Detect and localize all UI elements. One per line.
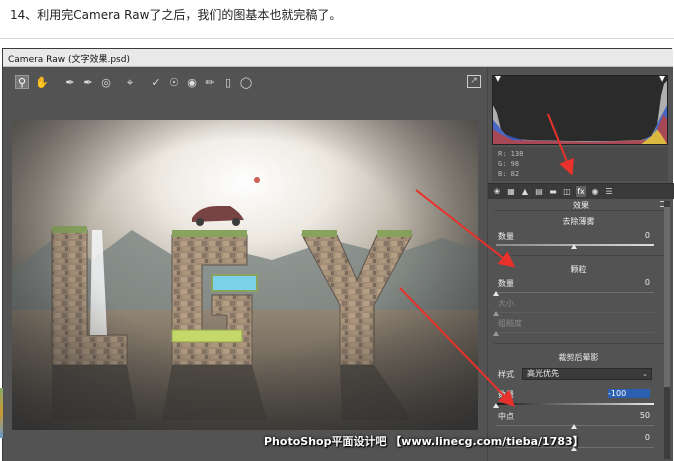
vignette-midpoint-label: 中点 (498, 412, 514, 421)
vignette-style-value: 高光优先 (527, 369, 559, 378)
grain-amount-knob[interactable] (493, 291, 499, 296)
straighten-icon[interactable]: ✓ (149, 76, 163, 90)
presets-tab-icon[interactable]: ☰ (604, 186, 614, 197)
readout-r: R: 138 (498, 150, 524, 158)
lens-tab-icon[interactable]: ◫ (562, 186, 572, 197)
white-balance-icon[interactable]: ✒ (63, 76, 77, 90)
split-toning-tab-icon[interactable]: ▬ (548, 186, 558, 197)
targeted-adjust-icon[interactable]: ◎ (99, 76, 113, 90)
grain-size-knob[interactable] (493, 311, 499, 316)
spot-removal-icon[interactable]: ☉ (167, 76, 181, 90)
dehaze-slider-knob[interactable] (571, 244, 577, 249)
grain-amount-label: 数量 (498, 279, 514, 288)
window-title: Camera Raw (文字效果.psd) (8, 55, 130, 65)
grain-roughness-knob[interactable] (493, 331, 499, 336)
panel-scrollbar[interactable] (664, 201, 670, 459)
vignette-midpoint-knob[interactable] (571, 424, 577, 429)
hand-icon[interactable]: ✋ (35, 76, 49, 90)
graduated-filter-icon[interactable]: ▯ (221, 76, 235, 90)
radial-filter-icon[interactable]: ◯ (239, 76, 253, 90)
page: 14、利用完Camera Raw了之后，我们的图基本也就完稿了。 Camera … (0, 0, 674, 461)
grain-size-label: 大小 (498, 299, 514, 308)
hsl-tab-icon[interactable]: ▤ (534, 186, 544, 197)
open-preferences-icon[interactable]: ↗ (467, 75, 481, 88)
section-divider (494, 210, 664, 211)
basic-tab-icon[interactable]: ❀ (492, 186, 502, 197)
dehaze-title: 去除薄雾 (562, 217, 595, 226)
grain-roughness-slider[interactable] (496, 332, 654, 333)
dehaze-amount-value[interactable]: 0 (608, 231, 650, 240)
red-eye-icon[interactable]: ◉ (185, 76, 199, 90)
dehaze-amount-label: 数量 (498, 232, 514, 241)
camera-calibration-tab-icon[interactable]: ◉ (590, 186, 600, 197)
left-edge-decoration (0, 388, 3, 438)
vignette-amount-knob[interactable] (493, 403, 499, 408)
vignette-amount-slider[interactable] (496, 403, 654, 405)
caption-divider (0, 38, 674, 39)
divider-dehaze (494, 255, 664, 256)
tone-curve-tab-icon[interactable]: ▦ (506, 186, 516, 197)
grain-size-slider[interactable] (496, 312, 654, 313)
grain-title: 颗粒 (570, 265, 587, 274)
panel-scrollbar-thumb[interactable] (664, 207, 670, 387)
window-titlebar[interactable]: Camera Raw (文字效果.psd) (3, 49, 673, 67)
step-caption: 14、利用完Camera Raw了之后，我们的图基本也就完稿了。 (10, 8, 342, 22)
vignette-title: 裁剪后晕影 (558, 353, 599, 362)
preview-image[interactable] (12, 120, 478, 430)
vignette-style-select[interactable]: 高光优先 ⌄ (522, 368, 652, 380)
crop-icon[interactable]: ⌖ (123, 76, 137, 90)
rgb-readout: R: 138 G: 98 B: 82 (492, 147, 668, 181)
detail-tab-icon[interactable]: ▲ (520, 186, 530, 197)
chevron-down-icon: ⌄ (642, 370, 648, 378)
vignette-style-label: 样式 (498, 370, 514, 379)
vignette-amount-value[interactable]: -100 (608, 389, 650, 398)
grain-roughness-label: 粗糙度 (498, 319, 522, 328)
readout-g: G: 98 (498, 160, 520, 168)
vignette-midpoint-value[interactable]: 50 (608, 411, 650, 420)
vignette-roundness-value[interactable]: 0 (608, 433, 650, 442)
readout-b: B: 82 (498, 170, 520, 178)
color-sampler-icon[interactable]: ✒ (81, 76, 95, 90)
panel-tabs: ❀ ▦ ▲ ▤ ▬ ◫ fx ◉ ☰ (488, 183, 674, 199)
grain-amount-value[interactable]: 0 (608, 278, 650, 287)
adjustment-brush-icon[interactable]: ✏ (203, 76, 217, 90)
divider-grain (494, 343, 664, 344)
toolbar: ⚲ ✋ ✒ ✒ ◎ ⌖ ✓ ☉ ◉ ✏ ▯ ◯ ↗ (3, 67, 487, 97)
effects-tab-icon[interactable]: fx (576, 186, 586, 197)
histogram (492, 75, 668, 145)
vignette-amount-label: 数量 (498, 390, 514, 399)
grain-amount-slider[interactable] (496, 292, 654, 293)
watermark-text: PhotoShop平面设计吧 【www.linecg.com/tieba/178… (264, 435, 584, 448)
zoom-icon[interactable]: ⚲ (15, 75, 29, 89)
right-panel: R: 138 G: 98 B: 82 ❀ ▦ ▲ ▤ ▬ ◫ fx ◉ ☰ 效果… (487, 67, 674, 461)
